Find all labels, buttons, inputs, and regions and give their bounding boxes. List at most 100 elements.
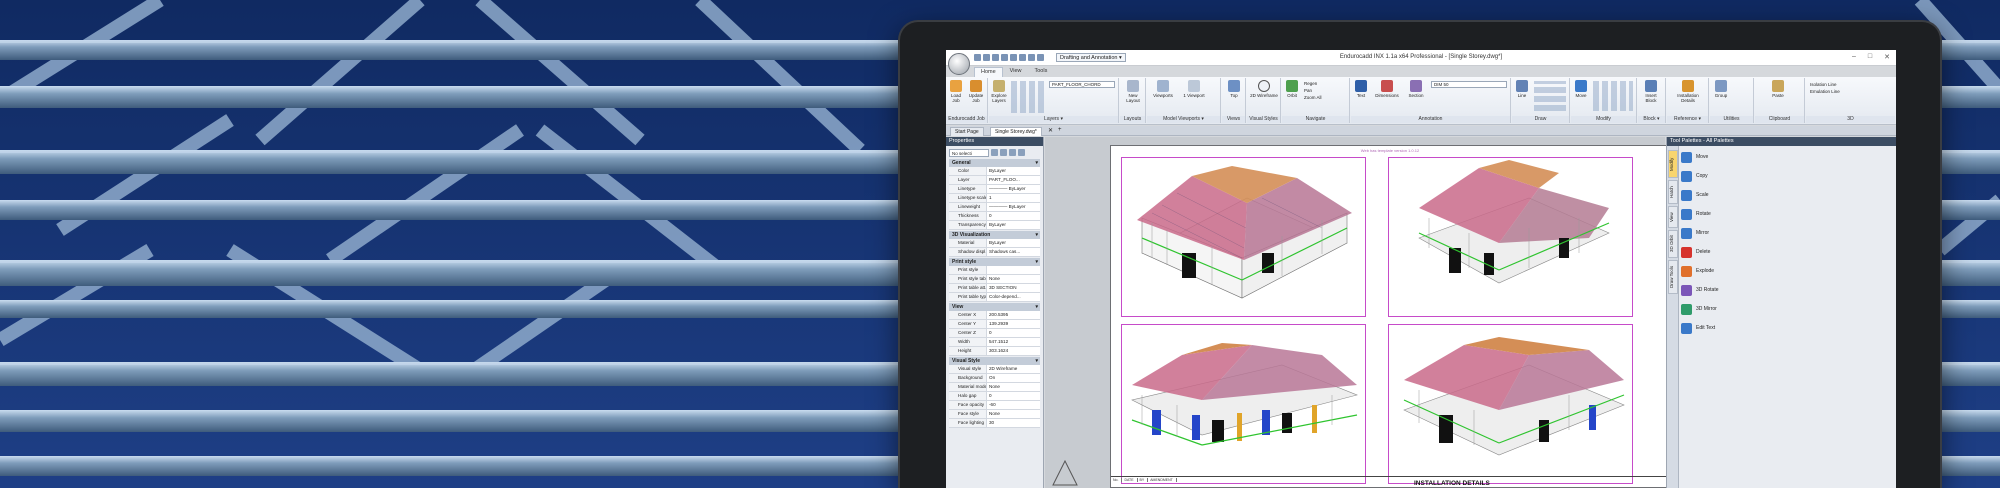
property-row[interactable]: Print table att... 3D SECTION xyxy=(949,284,1040,293)
line-button[interactable]: Line xyxy=(1513,80,1531,98)
toggle-pickadd-icon[interactable] xyxy=(1009,149,1016,156)
filter-icon[interactable] xyxy=(1018,149,1025,156)
side-tab-hatch[interactable]: Hatch xyxy=(1668,180,1678,204)
new-tab-icon[interactable]: + xyxy=(1058,127,1062,133)
new-layout-button[interactable]: New Layout xyxy=(1124,80,1142,103)
palette-tool-move[interactable]: Move xyxy=(1681,149,1708,165)
property-section-header[interactable]: Print style xyxy=(949,258,1040,266)
property-value[interactable]: 200.5395 xyxy=(987,311,1040,319)
property-row[interactable]: Lineweight ———— ByLayer xyxy=(949,203,1040,212)
zoom-all-button[interactable]: Zoom All xyxy=(1304,94,1322,101)
tab-start-page[interactable]: Start Page xyxy=(950,127,984,136)
one-viewport-button[interactable]: 1 Viewport xyxy=(1181,80,1207,98)
property-row[interactable]: Halo gap 0 xyxy=(949,392,1040,401)
viewports-button[interactable]: Viewports xyxy=(1149,80,1177,98)
property-row[interactable]: Print style table None xyxy=(949,275,1040,284)
minimize-button[interactable]: – xyxy=(1852,53,1856,61)
property-value[interactable]: Color-depend... xyxy=(987,293,1040,301)
modify-tools-icons[interactable] xyxy=(1593,81,1633,111)
orbit-button[interactable]: Orbit xyxy=(1283,80,1301,98)
property-row[interactable]: Material mode None xyxy=(949,383,1040,392)
property-row[interactable]: Face opacity -60 xyxy=(949,401,1040,410)
paste-button[interactable]: Paste xyxy=(1769,80,1787,98)
property-row[interactable]: Width 547.1512 xyxy=(949,338,1040,347)
property-row[interactable]: Background On xyxy=(949,374,1040,383)
property-row[interactable]: Color ByLayer xyxy=(949,167,1040,176)
property-row[interactable]: Transparency ByLayer xyxy=(949,221,1040,230)
selection-dropdown[interactable]: No selecti xyxy=(949,148,989,157)
property-row[interactable]: Material ByLayer xyxy=(949,239,1040,248)
application-menu-button[interactable] xyxy=(948,53,970,75)
property-value[interactable]: ByLayer xyxy=(987,167,1040,175)
maximize-button[interactable]: □ xyxy=(1868,53,1872,61)
viewport-bottom-left[interactable] xyxy=(1121,324,1366,484)
property-section-header[interactable]: View xyxy=(949,303,1040,311)
emulation-line-button[interactable]: Emulation Line xyxy=(1810,88,1840,95)
property-row[interactable]: Face style None xyxy=(949,410,1040,419)
dimensions-button[interactable]: Dimensions xyxy=(1373,80,1401,98)
quick-select-icon[interactable] xyxy=(991,149,998,156)
property-value[interactable]: 547.1512 xyxy=(987,338,1040,346)
draw-tools-icons[interactable] xyxy=(1534,81,1566,111)
palette-tool-mirror[interactable]: Mirror xyxy=(1681,225,1709,241)
palette-tool-3d-rotate[interactable]: 3D Rotate xyxy=(1681,282,1719,298)
property-value[interactable]: 2D Wireframe xyxy=(987,365,1040,373)
palette-tool-rotate[interactable]: Rotate xyxy=(1681,206,1711,222)
regen-button[interactable]: Regen xyxy=(1304,80,1322,87)
property-row[interactable]: Center Y 139.2939 xyxy=(949,320,1040,329)
property-row[interactable]: Print table type Color-depend... xyxy=(949,293,1040,302)
side-tab-3d-orbit[interactable]: 3D Orbit xyxy=(1668,230,1678,258)
property-section-header[interactable]: General xyxy=(949,159,1040,167)
property-value[interactable]: Shadows cas... xyxy=(987,248,1040,256)
close-tab-icon[interactable]: ✕ xyxy=(1048,127,1053,134)
property-value[interactable]: On xyxy=(987,374,1040,382)
load-job-button[interactable]: Load Job xyxy=(947,80,965,103)
palette-tool-explode[interactable]: Explode xyxy=(1681,263,1714,279)
palette-tool-copy[interactable]: Copy xyxy=(1681,168,1708,184)
property-value[interactable] xyxy=(987,266,1040,274)
property-row[interactable]: Thickness 0 xyxy=(949,212,1040,221)
select-objects-icon[interactable] xyxy=(1000,149,1007,156)
tab-single-storey[interactable]: Single Storey.dwg* xyxy=(990,127,1042,136)
top-view-button[interactable]: Top xyxy=(1225,80,1243,98)
property-value[interactable]: 1 xyxy=(987,194,1040,202)
visual-style-button[interactable]: 2D Wireframe xyxy=(1249,80,1279,98)
update-job-button[interactable]: Update Job xyxy=(967,80,985,103)
property-row[interactable]: Linetype scale 1 xyxy=(949,194,1040,203)
property-row[interactable]: Visual style 2D Wireframe xyxy=(949,365,1040,374)
property-value[interactable]: None xyxy=(987,383,1040,391)
dimension-style-combo[interactable]: DIM 50 xyxy=(1431,81,1507,88)
property-row[interactable]: Center Z0 xyxy=(949,329,1040,338)
layer-tools-icons[interactable] xyxy=(1011,81,1047,113)
side-tab-view[interactable]: View xyxy=(1668,206,1678,228)
move-button[interactable]: Move xyxy=(1572,80,1590,98)
property-row[interactable]: Shadow displ... Shadows cas... xyxy=(949,248,1040,257)
property-value[interactable]: -60 xyxy=(987,401,1040,409)
tab-home[interactable]: Home xyxy=(974,67,1003,77)
property-value[interactable]: ByLayer xyxy=(987,239,1040,247)
property-value[interactable]: ByLayer xyxy=(987,221,1040,229)
explore-layers-button[interactable]: Explore Layers xyxy=(990,80,1008,103)
property-section-header[interactable]: Visual Style xyxy=(949,357,1040,365)
text-button[interactable]: Text xyxy=(1352,80,1370,98)
layer-combo[interactable]: PART_FLOOR_CHORD xyxy=(1049,81,1115,88)
property-value[interactable]: PART_FLOO... xyxy=(987,176,1040,184)
property-row[interactable]: Layer PART_FLOO... xyxy=(949,176,1040,185)
isolation-line-button[interactable]: Isolation Line xyxy=(1810,81,1840,88)
group-button[interactable]: Group xyxy=(1712,80,1730,98)
property-value[interactable]: ———— ByLayer xyxy=(987,203,1040,211)
property-value[interactable]: None xyxy=(987,275,1040,283)
property-row[interactable]: Linetype ———— ByLayer xyxy=(949,185,1040,194)
palette-tool-edit-text[interactable]: Edit Text xyxy=(1681,320,1715,336)
property-value[interactable]: 303.1624 xyxy=(987,347,1040,355)
property-row[interactable]: Center X 200.5395 xyxy=(949,311,1040,320)
insert-block-button[interactable]: Insert Block xyxy=(1642,80,1660,103)
property-value[interactable]: 0 xyxy=(987,329,1040,337)
viewport-top-left[interactable] xyxy=(1121,157,1366,317)
palette-tool-scale[interactable]: Scale xyxy=(1681,187,1709,203)
pan-button[interactable]: Pan xyxy=(1304,87,1322,94)
viewport-bottom-right[interactable] xyxy=(1388,324,1633,484)
property-value[interactable]: 30 xyxy=(987,419,1040,427)
property-row[interactable]: Print style xyxy=(949,266,1040,275)
tab-tools[interactable]: Tools xyxy=(1029,67,1054,77)
